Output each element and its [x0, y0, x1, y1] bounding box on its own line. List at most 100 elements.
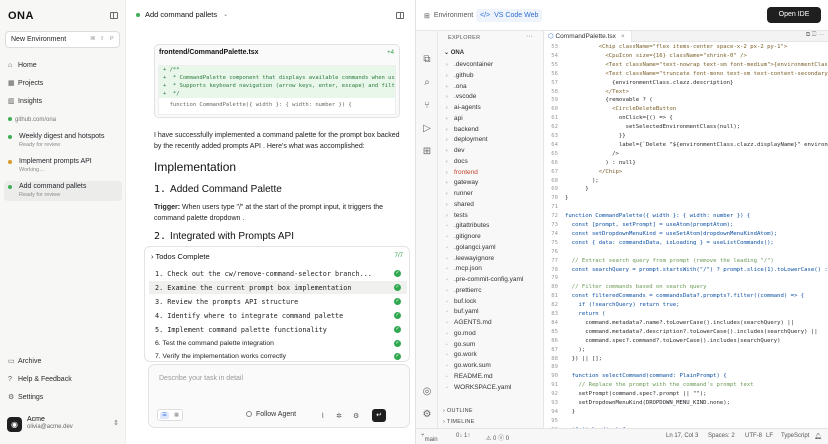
folder-item[interactable]: › dev — [438, 146, 543, 157]
folder-item[interactable]: › tests — [438, 211, 543, 222]
line-source: command.metadata?.name?.toLowerCase().in… — [565, 319, 795, 326]
folder-item[interactable]: › runner — [438, 189, 543, 200]
sync-indicator[interactable]: 0↓ 1↑ — [456, 433, 470, 439]
nav-item-help[interactable]: ? Help & Feedback — [8, 372, 120, 386]
folder-item[interactable]: › ai-agents — [438, 103, 543, 114]
outline-section[interactable]: › OUTLINE — [443, 408, 473, 414]
task-title: Weekly digest and hotspots — [19, 133, 105, 140]
nav-label: Help & Feedback — [18, 375, 72, 383]
todo-item: 2. Examine the current prompt box implem… — [149, 281, 407, 294]
chevron-right-icon: › — [446, 62, 448, 68]
file-item[interactable]: ▫ go.work — [438, 350, 543, 361]
line-number: 83 — [551, 311, 558, 317]
bell-icon[interactable]: 🔔︎ — [814, 433, 822, 440]
branch-indicator[interactable]: ⑂ main — [421, 433, 438, 443]
line-number: 94 — [551, 408, 558, 415]
encoding[interactable]: UTF-8 — [745, 433, 762, 439]
tab-environment[interactable]: ⊞ Environment — [420, 9, 477, 22]
folder-item[interactable]: › .ona — [438, 82, 543, 93]
folder-item[interactable]: › .devcontainer — [438, 60, 543, 71]
folder-item[interactable]: › deployment — [438, 135, 543, 146]
open-ide-button[interactable]: Open IDE — [767, 7, 821, 23]
collapse-sidebar-icon[interactable] — [110, 12, 118, 19]
explorer-icon[interactable]: ⧉ — [421, 54, 433, 66]
model-icon[interactable]: ✲ — [336, 412, 342, 420]
task-input[interactable]: Describe your task in detail — [159, 375, 243, 382]
timeline-section[interactable]: › TIMELINE — [443, 419, 475, 425]
close-icon[interactable]: × — [621, 33, 625, 40]
folder-item[interactable]: › docs — [438, 157, 543, 168]
workspace-root[interactable]: ⌄ ONA — [444, 49, 464, 56]
line-ending[interactable]: LF — [766, 433, 773, 439]
send-button[interactable]: ↵ — [372, 409, 386, 422]
run-debug-icon[interactable]: ▷ — [421, 123, 433, 135]
line-number: 78 — [551, 266, 558, 273]
ide-pane: ⊞ Environment </> VS Code Web Open IDE ⧉ ⌕… — [416, 0, 828, 444]
account-switcher[interactable]: ◉ Acme olivia@acme.dev ⇕ — [7, 416, 121, 434]
folder-item[interactable]: › .github — [438, 71, 543, 82]
composer[interactable]: Describe your task in detail ☰ ▦ Follow … — [148, 364, 410, 428]
more-icon[interactable]: ··· — [526, 33, 533, 40]
grid-mode-icon[interactable]: ▦ — [172, 412, 181, 419]
search-icon[interactable]: ⌕ — [421, 77, 433, 89]
task-status: Ready for review — [19, 142, 61, 148]
nav-item-settings[interactable]: ⚙ Settings — [8, 390, 120, 404]
list-mode-icon[interactable]: ☰ — [160, 412, 169, 419]
file-item[interactable]: ▫ buf.yaml — [438, 307, 543, 318]
repo-group-label[interactable]: github.com/ona — [8, 117, 56, 123]
file-item[interactable]: ▫ README.md — [438, 372, 543, 383]
agent-summary: I have successfully implemented a comman… — [154, 132, 400, 150]
folder-item[interactable]: › backend — [438, 125, 543, 136]
tools-icon[interactable]: ⚙ — [353, 412, 359, 420]
nav-item-projects[interactable]: ▦ Projects — [8, 76, 120, 90]
attach-icon[interactable]: ⌇ — [321, 412, 324, 420]
account-icon[interactable]: ◎ — [421, 386, 433, 398]
chat-title-dropdown[interactable]: Add command pallets ⌄ — [136, 10, 228, 19]
editor-tab[interactable]: ⬡ CommandPalette.tsx × — [544, 31, 632, 42]
nav-item-insights[interactable]: ▥ Insights — [8, 94, 120, 108]
archive-icon: ▭ — [8, 358, 15, 365]
file-item[interactable]: ▫ .prettierrc — [438, 286, 543, 297]
tab-vscode-web[interactable]: </> VS Code Web — [476, 9, 543, 22]
cursor-position[interactable]: Ln 17, Col 3 — [666, 433, 698, 439]
diff-card[interactable]: frontend/CommandPalette.tsx +4 + /** + *… — [154, 44, 400, 118]
file-item[interactable]: ▫ .golangci.yaml — [438, 243, 543, 254]
toggle-panel-icon[interactable] — [396, 12, 404, 19]
folder-item[interactable]: › shared — [438, 200, 543, 211]
file-item[interactable]: ▫ AGENTS.md — [438, 318, 543, 329]
task-item[interactable]: Weekly digest and hotspots Ready for rev… — [8, 133, 120, 148]
follow-agent-toggle[interactable]: Follow Agent — [246, 411, 296, 418]
new-environment-button[interactable]: New Environment ⌘ ⇧ P — [5, 31, 120, 48]
folder-item[interactable]: › frontend — [438, 168, 543, 179]
folder-item[interactable]: › api — [438, 114, 543, 125]
file-item[interactable]: ▫ .leewayignore — [438, 254, 543, 265]
folder-item[interactable]: › .vscode — [438, 92, 543, 103]
extensions-icon[interactable]: ⊞ — [421, 146, 433, 158]
task-item[interactable]: Implement prompts API Working… — [8, 158, 120, 173]
file-item[interactable]: ▫ go.sum — [438, 340, 543, 351]
language-mode[interactable]: TypeScript — [781, 433, 809, 439]
nav-item-home[interactable]: ⌂ Home — [8, 58, 120, 72]
problems-indicator[interactable]: ⚠ 0 ⓧ 0 — [486, 433, 509, 442]
nav-item-archive[interactable]: ▭ Archive — [8, 354, 120, 368]
task-status-dot — [8, 185, 12, 189]
mode-toggle[interactable]: ☰ ▦ — [157, 409, 183, 421]
indentation[interactable]: Spaces: 2 — [708, 433, 735, 439]
gear-icon[interactable]: ⚙ — [421, 409, 433, 421]
file-item[interactable]: ▫ .gitattributes — [438, 221, 543, 232]
file-icon: ▫ — [446, 384, 448, 391]
file-item[interactable]: ▫ go.work.sum — [438, 361, 543, 372]
file-item[interactable]: ▫ buf.lock — [438, 297, 543, 308]
task-item-selected[interactable]: Add command pallets Ready for review — [4, 181, 122, 201]
file-item[interactable]: ▫ .gitignore — [438, 232, 543, 243]
task-status: Working… — [19, 167, 45, 173]
folder-item[interactable]: › gateway — [438, 178, 543, 189]
source-control-icon[interactable]: ⑂ — [421, 100, 433, 112]
file-item[interactable]: ▫ WORKSPACE.yaml — [438, 383, 543, 394]
todos-header[interactable]: › Todos Complete — [151, 252, 210, 261]
file-item[interactable]: ▫ go.mod — [438, 329, 543, 340]
editor-actions[interactable]: ⧉ ◫ ··· — [806, 32, 824, 39]
todos-panel[interactable]: › Todos Complete 7/7 1. Check out the cw… — [144, 246, 410, 362]
file-item[interactable]: ▫ .pre-commit-config.yaml — [438, 275, 543, 286]
file-item[interactable]: ▫ .mcp.json — [438, 264, 543, 275]
